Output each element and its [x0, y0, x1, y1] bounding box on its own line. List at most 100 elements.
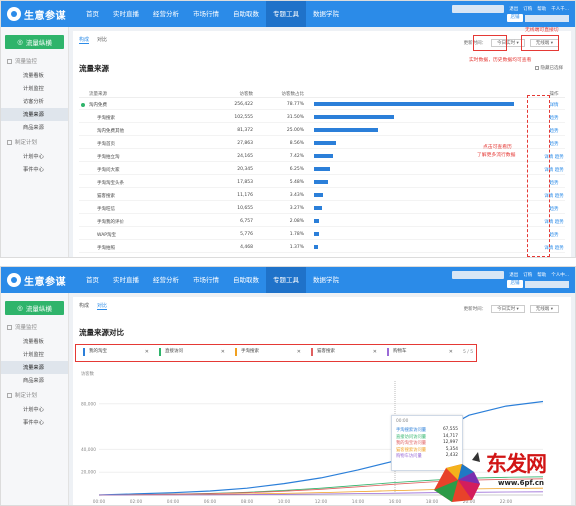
source-name: 猫客搜索: [97, 194, 115, 199]
sidebar-item-event-center[interactable]: 事件中心: [1, 163, 68, 176]
tab-composition[interactable]: 构成: [79, 36, 90, 44]
sidebar-item-dashboard[interactable]: 流量看板: [1, 335, 68, 348]
sidebar-item-traffic-source[interactable]: 流量来源: [1, 108, 68, 121]
table-row: 手淘旺信 10,655 3.27% 趋势: [79, 203, 565, 214]
account-name-blurred: [452, 4, 505, 13]
visitor-count: 6,757: [240, 219, 253, 224]
sidebar-item-dashboard[interactable]: 流量看板: [1, 69, 68, 82]
nav-item[interactable]: 经营分析: [146, 267, 186, 293]
tab-bar: 构成 对比: [79, 302, 108, 310]
table-row: 淘内免费其他 81,372 25.00% 趋势: [79, 125, 565, 136]
source-name: 手淘问大家: [97, 168, 120, 173]
time-range-select[interactable]: 今日实时 ▾: [491, 305, 525, 313]
sidebar-item-traffic-source[interactable]: 流量来源: [1, 361, 68, 374]
nav-item-active[interactable]: 专题工具: [266, 267, 306, 293]
share-bar: [314, 206, 323, 210]
main-content: 构成 对比 更新时间： 今日实时 ▾ 无线端 ▾ 无线端可直接切 实时数据，历史…: [73, 28, 571, 257]
y-tick-label: 40,000: [81, 447, 96, 453]
sidebar-header[interactable]: ◎ 流量纵横: [5, 301, 64, 315]
tab-compare[interactable]: 对比: [97, 302, 108, 310]
visitor-share: 5.48%: [289, 180, 304, 185]
share-bar: [314, 219, 320, 223]
col-visitors: 访客数: [239, 92, 254, 97]
chevron-down-icon: ▾: [516, 307, 519, 312]
tab-compare[interactable]: 对比: [97, 36, 107, 44]
nav-item-active[interactable]: 专题工具: [266, 1, 306, 27]
sidebar-item-plan-monitor[interactable]: 计划监控: [1, 82, 68, 95]
shop-button[interactable]: 店铺: [507, 280, 523, 288]
watermark-text: 东发网: [486, 451, 547, 476]
sidebar-group-monitor: 流量监控: [1, 53, 68, 69]
table-row: WAP淘宝 5,776 1.78% 趋势: [79, 229, 565, 240]
share-bar: [314, 193, 323, 197]
visitor-share: 6.25%: [289, 167, 304, 172]
sidebar-item-plan-center[interactable]: 计划中心: [1, 150, 68, 163]
share-bar: [314, 102, 514, 106]
sidebar-item-plan-monitor[interactable]: 计划监控: [1, 348, 68, 361]
main-nav: 首页 实时直播 经营分析 市场行情 自助取数 专题工具 数据学院: [79, 1, 346, 27]
sidebar-header-label: 流量纵横: [25, 39, 52, 47]
nav-item[interactable]: 市场行情: [186, 1, 226, 27]
table-row: 淘内免费 256,422 78.77% 详情: [79, 99, 565, 110]
tooltip-label: 购物车访问量: [396, 454, 422, 459]
share-bar: [314, 128, 378, 132]
source-name: 手淘搜索: [97, 116, 115, 121]
sidebar-item-plan-center[interactable]: 计划中心: [1, 403, 68, 416]
help-link[interactable]: 帮助: [537, 6, 546, 12]
source-name: 淘内免费其他: [97, 129, 124, 134]
tooltip-title: 00:00: [396, 419, 409, 424]
sidebar-header[interactable]: ◎ 流量纵横: [5, 35, 64, 49]
nav-item[interactable]: 首页: [79, 1, 106, 27]
visitor-count: 102,555: [234, 115, 253, 120]
nav-item[interactable]: 数据学院: [306, 267, 346, 293]
user-center-link[interactable]: 个人中...: [551, 272, 569, 278]
brand-logo[interactable]: 生意参谋: [7, 5, 66, 23]
nav-item[interactable]: 市场行情: [186, 267, 226, 293]
section-title: 流量来源对比: [79, 328, 124, 337]
share-bar: [314, 180, 328, 184]
expand-dot-icon[interactable]: [81, 102, 85, 107]
nav-item[interactable]: 实时直播: [106, 1, 146, 27]
visitor-share: 78.77%: [286, 102, 304, 107]
nav-item[interactable]: 首页: [79, 267, 106, 293]
plan-icon: [7, 392, 12, 398]
annotation-history: 实时数据，历史数据均可查看: [469, 58, 532, 63]
brand-name: 生意参谋: [24, 276, 66, 288]
subscribe-link[interactable]: 订购: [523, 272, 532, 278]
nav-item[interactable]: 自助取数: [226, 1, 266, 27]
y-tick-label: 80,000: [81, 401, 96, 407]
subscribe-link[interactable]: 订购: [523, 6, 532, 12]
brand-logo[interactable]: 生意参谋: [7, 271, 66, 289]
highlight-compare-bar: [75, 344, 477, 362]
checkbox-icon: [534, 66, 539, 70]
sidebar-item-visitor[interactable]: 访客分析: [1, 95, 68, 108]
tab-composition[interactable]: 构成: [79, 302, 89, 310]
annotation-ops-2: 了解更多流行数据: [477, 153, 516, 158]
logout-link[interactable]: 退出: [509, 272, 518, 278]
visitor-count: 81,372: [237, 128, 253, 133]
help-link[interactable]: 帮助: [537, 272, 546, 278]
nav-item[interactable]: 实时直播: [106, 267, 146, 293]
hide-selected-checkbox[interactable]: 隐藏已选择: [534, 65, 564, 71]
visitor-count: 17,853: [237, 180, 253, 185]
group-label: 流量监控: [15, 59, 38, 65]
nav-item[interactable]: 数据学院: [306, 1, 346, 27]
sidebar-item-product-source[interactable]: 商品来源: [1, 374, 68, 387]
main-nav: 首页 实时直播 经营分析 市场行情 自助取数 专题工具 数据学院: [79, 267, 346, 293]
source-name: 手淘拍立淘: [97, 155, 120, 160]
logo-icon: [7, 273, 21, 287]
table-row: 手淘我的评价 6,757 2.08% 详情 趋势: [79, 216, 565, 227]
sidebar-item-product-source[interactable]: 商品来源: [1, 121, 68, 134]
shop-button[interactable]: 店铺: [507, 14, 523, 22]
user-center-link[interactable]: 千人千...: [551, 6, 569, 12]
nav-item[interactable]: 经营分析: [146, 1, 186, 27]
monitor-icon: [7, 58, 12, 64]
sidebar-item-event-center[interactable]: 事件中心: [1, 416, 68, 429]
logout-link[interactable]: 退出: [509, 6, 518, 12]
sidebar-group-monitor: 流量监控: [1, 319, 68, 335]
checkbox-label: 隐藏已选择: [540, 66, 564, 71]
chevron-down-icon: ▾: [516, 41, 519, 46]
device-select[interactable]: 无线端 ▾: [529, 305, 559, 313]
visitor-share: 3.27%: [289, 206, 304, 211]
nav-item[interactable]: 自助取数: [226, 267, 266, 293]
